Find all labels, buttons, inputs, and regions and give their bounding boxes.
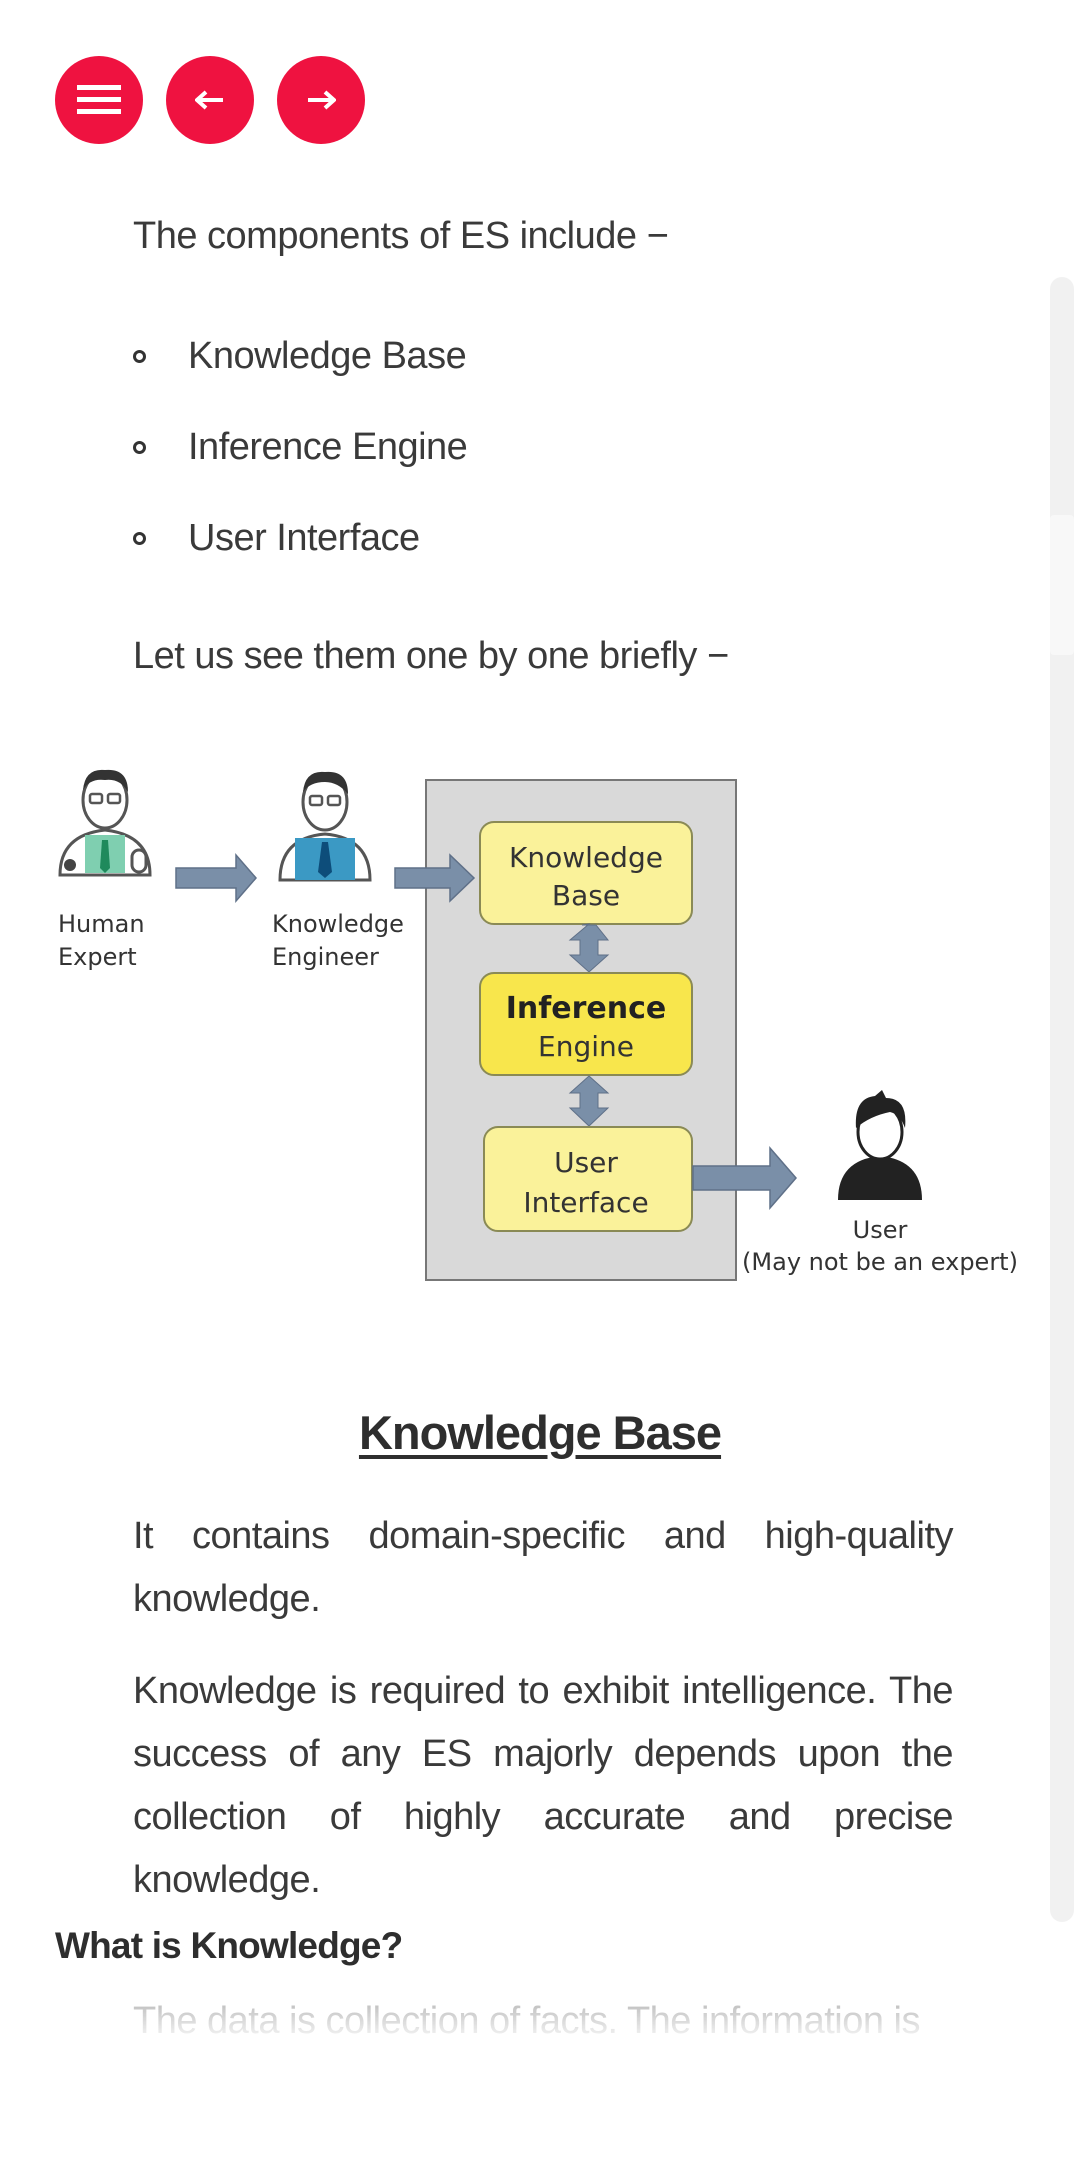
- list-item: User Interface: [133, 507, 467, 598]
- inference-engine-label-1: Inference: [506, 991, 667, 1026]
- knowledge-importance-paragraph: Knowledge is required to exhibit intelli…: [133, 1670, 954, 1901]
- list-item-label: Knowledge Base: [188, 335, 467, 377]
- knowledge-base-description: It contains domain-specific and high-qua…: [133, 1515, 954, 1620]
- components-list: Knowledge Base Inference Engine User Int…: [133, 325, 468, 598]
- knowledge-engineer-label-1: Knowledge: [272, 910, 404, 938]
- knowledge-base-label-2: Base: [552, 879, 620, 912]
- intro-paragraph: The components of ES include −: [133, 215, 669, 257]
- list-item: Knowledge Base: [133, 325, 467, 416]
- knowledge-engineer-icon: [278, 771, 372, 882]
- flow-arrow-icon: [175, 852, 257, 904]
- user-interface-label-2: Interface: [523, 1186, 648, 1219]
- user-icon: [838, 1090, 922, 1200]
- user-interface-label-1: User: [554, 1146, 618, 1179]
- inference-engine-label-2: Engine: [538, 1030, 634, 1063]
- data-definition-paragraph: The data is collection of facts. The inf…: [133, 2000, 920, 2042]
- subheading-what-is-knowledge: What is Knowledge?: [55, 1925, 403, 1966]
- menu-button[interactable]: [55, 56, 143, 144]
- human-expert-label-1: Human: [58, 910, 145, 938]
- bullet-circle-icon: [133, 441, 146, 454]
- knowledge-base-label-1: Knowledge: [509, 841, 663, 874]
- user-label-1: User: [853, 1216, 908, 1244]
- next-page-button[interactable]: [277, 56, 365, 144]
- previous-page-button[interactable]: [166, 56, 254, 144]
- arrow-left-icon: [195, 90, 225, 110]
- hamburger-menu-icon: [77, 85, 121, 115]
- list-item: Inference Engine: [133, 416, 468, 507]
- arrow-right-icon: [306, 90, 336, 110]
- expert-system-diagram: Human Expert Knowledge Engineer Knowledg…: [50, 760, 1025, 1300]
- bullet-circle-icon: [133, 350, 146, 363]
- lead-paragraph: Let us see them one by one briefly −: [133, 635, 729, 677]
- list-item-label: Inference Engine: [188, 426, 468, 468]
- scrollbar-thumb[interactable]: [1050, 515, 1074, 655]
- user-label-2: (May not be an expert): [742, 1248, 1018, 1276]
- human-expert-label-2: Expert: [58, 943, 137, 971]
- human-expert-icon: [58, 769, 152, 877]
- section-title: Knowledge Base: [358, 1406, 722, 1459]
- knowledge-engineer-label-2: Engineer: [272, 943, 379, 971]
- list-item-label: User Interface: [188, 517, 420, 559]
- bullet-circle-icon: [133, 532, 146, 545]
